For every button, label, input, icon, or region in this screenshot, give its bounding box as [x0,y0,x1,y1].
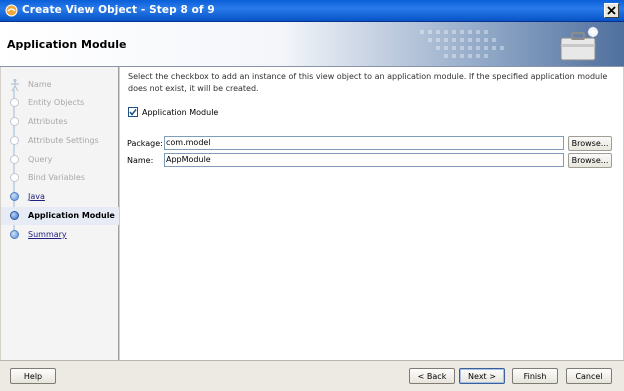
name-label: Name: [127,156,154,165]
step-query: Query [1,151,119,169]
step-bind-variables: Bind Variables [1,169,119,187]
step-label: Name [28,80,52,89]
application-module-checkbox[interactable] [128,107,138,117]
close-icon [607,6,616,15]
step-attributes: Attributes [1,113,119,131]
back-button[interactable]: < Back [409,368,455,384]
content-panel: Select the checkbox to add an instance o… [120,67,623,360]
step-application-module: Application Module [1,207,119,225]
step-dot-icon [10,136,19,145]
title-bar: Create View Object - Step 8 of 9 [0,0,624,22]
step-dot-icon [10,230,19,239]
step-label: Application Module [28,211,115,220]
package-input[interactable]: com.model [164,136,564,150]
current-step-icon [10,211,19,220]
app-icon [5,4,18,17]
close-button[interactable] [604,3,619,18]
instructions-text: Select the checkbox to add an instance o… [128,72,608,93]
step-dot-icon [10,192,19,201]
wizard-steps-panel: Name Entity Objects Attributes Attribute… [1,67,119,360]
package-browse-button[interactable]: Browse... [568,136,612,151]
step-dot-icon [10,173,19,182]
application-module-checkbox-label[interactable]: Application Module [142,108,218,117]
checkmark-icon [129,109,137,116]
help-button[interactable]: Help [10,368,56,384]
application-module-checkbox-row[interactable]: Application Module [128,107,218,117]
step-label[interactable]: Summary [28,230,67,239]
step-label: Attribute Settings [28,136,99,145]
step-dot-icon [10,117,19,126]
step-label: Entity Objects [28,98,85,107]
step-dot-icon [10,155,19,164]
step-summary[interactable]: Summary [1,226,119,244]
name-input[interactable]: AppModule [164,153,564,167]
page-title: Application Module [7,38,127,51]
page-header: Application Module [0,22,624,67]
step-label: Bind Variables [28,173,85,182]
step-label: Attributes [28,117,68,126]
next-button[interactable]: Next > [459,368,505,384]
finish-button[interactable]: Finish [512,368,558,384]
package-label: Package: [127,139,163,148]
step-name: Name [1,76,119,94]
briefcase-icon [560,26,599,61]
step-label: Query [28,155,53,164]
step-entity-objects: Entity Objects [1,94,119,112]
name-browse-button[interactable]: Browse... [568,153,612,168]
cancel-button[interactable]: Cancel [566,368,612,384]
step-java[interactable]: Java [1,188,119,206]
step-label[interactable]: Java [28,192,45,201]
header-decoration [420,30,504,58]
window-title: Create View Object - Step 8 of 9 [22,4,215,16]
step-attribute-settings: Attribute Settings [1,132,119,150]
button-bar: Help < Back Next > Finish Cancel [0,360,624,391]
step-dot-icon [10,98,19,107]
start-figure-icon [11,78,19,92]
